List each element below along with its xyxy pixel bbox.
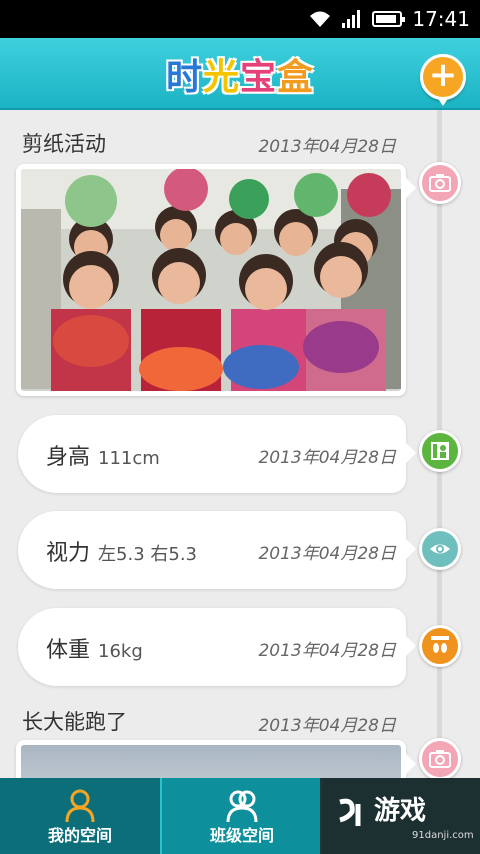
app-logo: 时光宝盒	[0, 48, 480, 100]
tab-my-space[interactable]: 我的空间	[0, 778, 160, 854]
battery-icon	[372, 11, 406, 27]
eye-icon	[430, 544, 450, 554]
entry-date: 2013年04月28日	[258, 716, 396, 736]
status-bar: 17:41	[0, 0, 480, 38]
entry-date: 2013年04月28日	[258, 448, 396, 468]
entry-title: 长大能跑了	[22, 710, 127, 734]
timeline-node	[419, 528, 461, 570]
timeline[interactable]: 剪纸活动 2013年04月28日 身高 111cm 2013年04月28日 视力…	[0, 110, 480, 778]
metric-label: 体重 16kg	[46, 632, 143, 664]
metric-label: 视力 左5.3 右5.3	[46, 535, 197, 567]
watermark: 游戏 91danji.com	[320, 778, 480, 854]
plus-icon: +	[428, 55, 458, 95]
people-icon	[226, 790, 258, 823]
camera-icon	[429, 174, 451, 192]
add-button[interactable]: +	[420, 54, 466, 106]
metric-name: 体重	[46, 638, 91, 663]
watermark-url: 91danji.com	[412, 830, 474, 841]
entry-date: 2013年04月28日	[258, 137, 396, 157]
tab-label: 我的空间	[47, 826, 112, 845]
tab-class-space[interactable]: 班级空间	[162, 778, 322, 854]
timeline-node	[419, 430, 461, 472]
entry-title: 剪纸活动	[22, 132, 106, 156]
camera-icon	[429, 750, 451, 768]
photo-card[interactable]	[16, 164, 416, 396]
metric-value: 左5.3 右5.3	[98, 544, 197, 565]
logo-char: 光	[202, 57, 240, 98]
photo-kids-paper-cutting[interactable]	[21, 169, 401, 391]
metric-name: 身高	[46, 445, 91, 470]
person-icon	[65, 789, 95, 823]
timeline-node	[419, 625, 461, 667]
timeline-node	[419, 738, 461, 778]
tab-label: 班级空间	[209, 826, 274, 845]
metric-value: 16kg	[98, 641, 143, 662]
height-chart-icon	[431, 442, 449, 460]
weight-card[interactable]: 体重 16kg 2013年04月28日	[18, 608, 416, 686]
footprints-scale-icon	[431, 636, 449, 653]
metric-name: 视力	[46, 541, 91, 566]
vision-card[interactable]: 视力 左5.3 右5.3 2013年04月28日	[18, 511, 416, 589]
app-header: 时光宝盒 +	[0, 38, 480, 110]
wifi-icon	[310, 11, 331, 27]
logo-char: 宝	[240, 57, 278, 98]
signal-icon	[342, 10, 361, 28]
timeline-node	[419, 162, 461, 204]
clock: 17:41	[412, 7, 470, 31]
entry-date: 2013年04月28日	[258, 544, 396, 564]
entry-date: 2013年04月28日	[258, 641, 396, 661]
watermark-logo-icon	[339, 798, 361, 826]
watermark-brand: 游戏	[374, 796, 427, 826]
metric-label: 身高 111cm	[46, 439, 160, 471]
logo-char: 时	[165, 57, 203, 98]
logo-char: 盒	[277, 57, 315, 98]
metric-value: 111cm	[98, 448, 160, 469]
height-card[interactable]: 身高 111cm 2013年04月28日	[18, 415, 416, 493]
photo-card[interactable]	[16, 740, 416, 778]
photo-running[interactable]	[21, 745, 401, 778]
